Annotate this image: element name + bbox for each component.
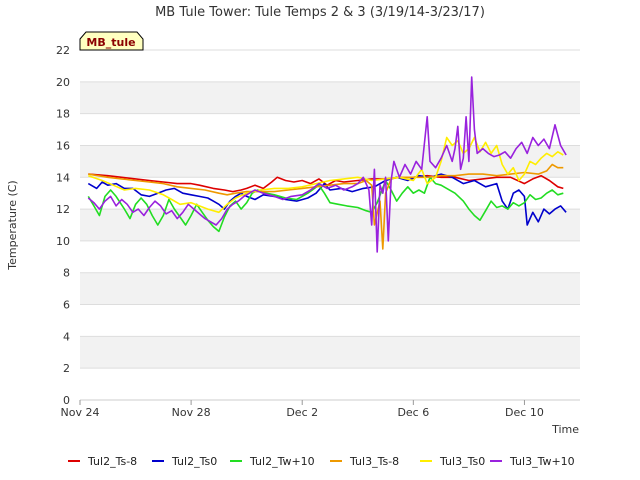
chart-title: MB Tule Tower: Tule Temps 2 & 3 (3/19/14…: [155, 5, 485, 20]
y-tick-label: 8: [63, 267, 70, 280]
x-tick-label: Dec 2: [286, 406, 318, 419]
x-tick-label: Nov 24: [61, 406, 100, 419]
background-band: [80, 209, 580, 241]
y-tick-label: 22: [56, 44, 70, 57]
legend-label: Tul2_Ts-8: [87, 455, 137, 468]
x-tick-label: Dec 6: [397, 406, 429, 419]
x-tick-label: Dec 10: [505, 406, 544, 419]
legend-label: Tul3_Ts-8: [349, 455, 399, 468]
y-tick-label: 2: [63, 362, 70, 375]
background-band: [80, 145, 580, 178]
chart-canvas: MB Tule Tower: Tule Temps 2 & 3 (3/19/14…: [6, 5, 580, 468]
legend-label: Tul3_Ts0: [439, 455, 485, 468]
y-tick-label: 10: [56, 235, 70, 248]
legend-label: Tul2_Ts0: [171, 455, 217, 468]
y-tick-label: 14: [56, 171, 70, 184]
badge-label: MB_tule: [86, 36, 135, 49]
y-tick-label: 4: [63, 330, 70, 343]
y-tick-label: 6: [63, 299, 70, 312]
y-axis-ticks: 0246810121416182022: [56, 44, 70, 407]
x-axis-ticks: Nov 24 Nov 28 Dec 2 Dec 6 Dec 10: [61, 400, 544, 419]
y-tick-label: 12: [56, 203, 70, 216]
x-tick-label: Nov 28: [172, 406, 211, 419]
y-axis-label: Temperature (C): [6, 180, 19, 270]
y-tick-label: 20: [56, 76, 70, 89]
background-band: [80, 336, 580, 369]
plot-background: [80, 50, 580, 400]
x-axis-label: Time: [551, 423, 579, 436]
y-tick-label: 18: [56, 108, 70, 121]
background-band: [80, 272, 580, 305]
background-band: [80, 81, 580, 114]
legend-label: Tul2_Tw+10: [249, 455, 315, 468]
legend: Tul2_Ts-8 Tul2_Ts0 Tul2_Tw+10 Tul3_Ts-8 Tul3…: [68, 455, 575, 468]
y-tick-label: 16: [56, 139, 70, 152]
station-badge: MB_tule: [79, 31, 144, 51]
legend-label: Tul3_Tw+10: [509, 455, 575, 468]
